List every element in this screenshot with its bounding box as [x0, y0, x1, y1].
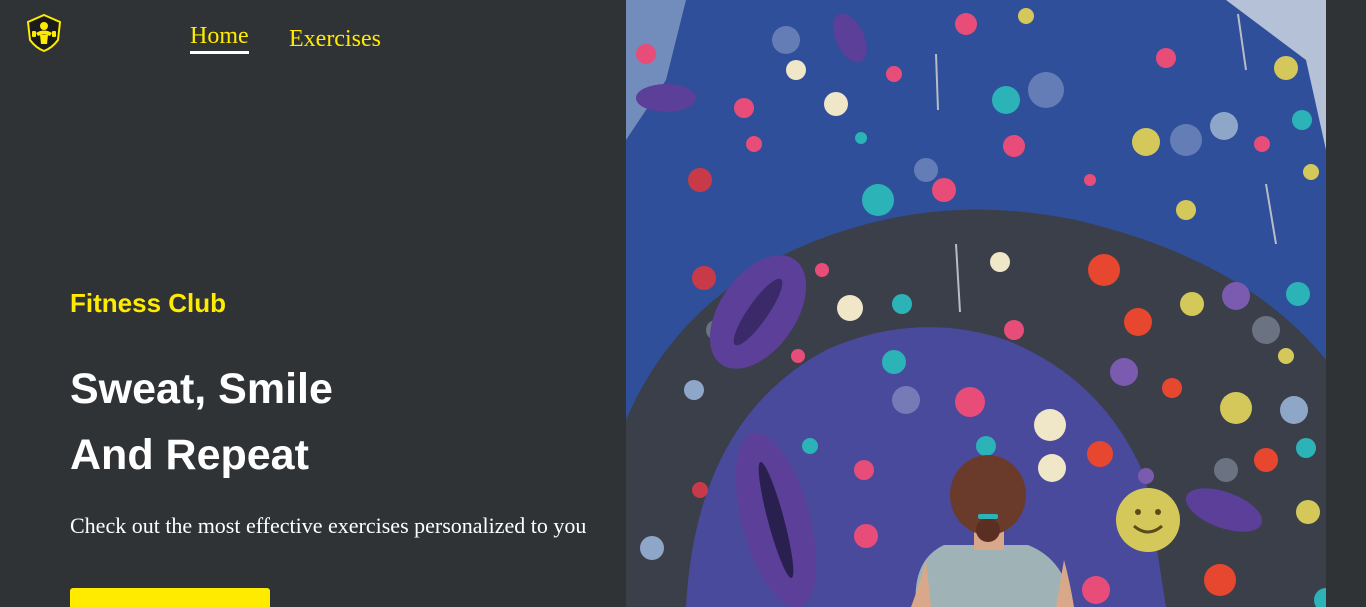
right-margin	[1326, 0, 1366, 607]
logo-icon[interactable]	[24, 13, 64, 53]
explore-exercises-button[interactable]	[70, 588, 270, 607]
headline-line-2: And Repeat	[70, 431, 309, 479]
hero-subtext: Check out the most effective exercises p…	[70, 513, 587, 538]
nav-home-link[interactable]: Home	[190, 22, 249, 54]
hero-eyebrow: Fitness Club	[70, 288, 227, 318]
hero-climbing-wall-image	[626, 0, 1326, 607]
nav-exercises-link[interactable]: Exercises	[289, 25, 381, 53]
headline-line-1: Sweat, Smile	[70, 365, 333, 413]
hero-headline: Sweat, Smile And Repeat	[70, 356, 333, 488]
